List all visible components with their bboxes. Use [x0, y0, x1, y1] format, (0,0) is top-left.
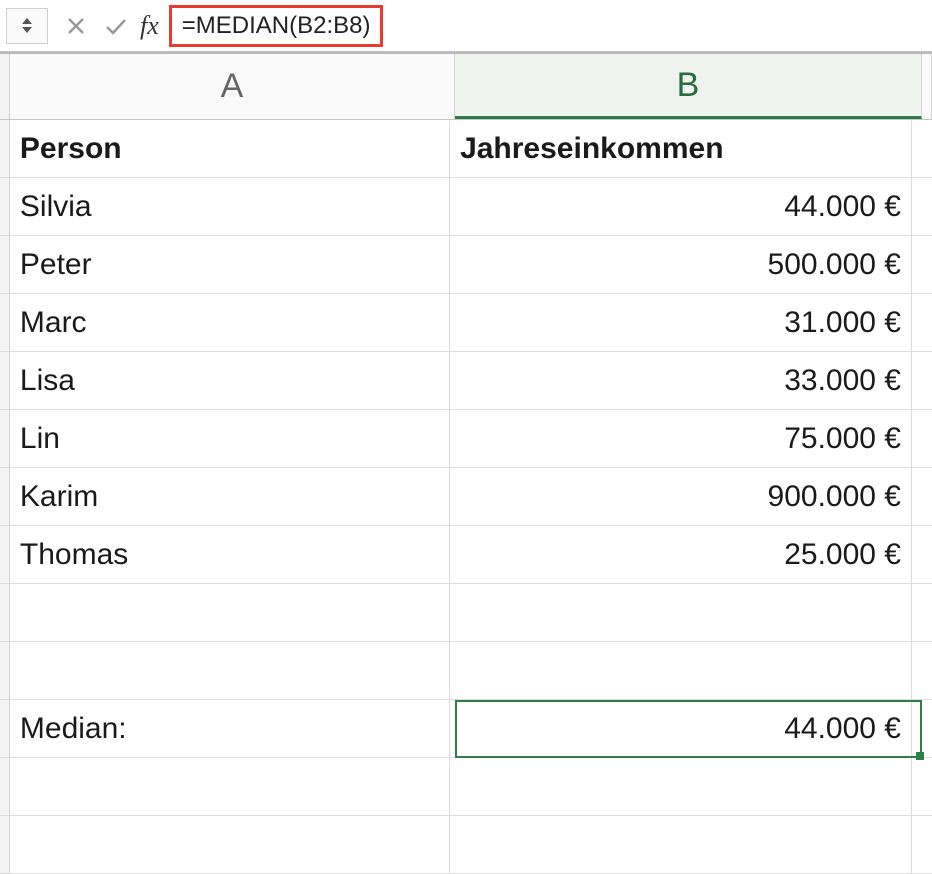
cell-a5[interactable]: Lisa [10, 352, 450, 409]
cell-b6[interactable]: 75.000 € [450, 410, 912, 467]
cell-b3[interactable]: 500.000 € [450, 236, 912, 293]
row-header[interactable] [0, 410, 10, 467]
row-header[interactable] [0, 700, 10, 757]
cell-c1[interactable] [912, 120, 932, 177]
row-header[interactable] [0, 178, 10, 235]
table-row [0, 758, 932, 816]
cell-b11[interactable]: 44.000 € [450, 700, 912, 757]
row-header[interactable] [0, 526, 10, 583]
cell-b7[interactable]: 900.000 € [450, 468, 912, 525]
table-row: Thomas 25.000 € [0, 526, 932, 584]
column-header-b[interactable]: B [455, 54, 922, 119]
close-icon [66, 16, 86, 36]
table-row: Silvia 44.000 € [0, 178, 932, 236]
row-header[interactable] [0, 758, 10, 815]
cell-c10[interactable] [912, 642, 932, 699]
check-icon [104, 16, 128, 36]
accept-button[interactable] [96, 8, 136, 44]
cell-c13[interactable] [912, 816, 932, 873]
cell-a11[interactable]: Median: [10, 700, 450, 757]
formula-input[interactable]: =MEDIAN(B2:B8) [169, 5, 384, 47]
table-row [0, 816, 932, 874]
formula-bar: fx =MEDIAN(B2:B8) [0, 0, 932, 52]
cell-b4[interactable]: 31.000 € [450, 294, 912, 351]
table-row: Peter 500.000 € [0, 236, 932, 294]
cell-a4[interactable]: Marc [10, 294, 450, 351]
cell-b13[interactable] [450, 816, 912, 873]
cell-a1[interactable]: Person [10, 120, 450, 177]
table-row: Marc 31.000 € [0, 294, 932, 352]
cell-c12[interactable] [912, 758, 932, 815]
cell-a7[interactable]: Karim [10, 468, 450, 525]
fill-handle[interactable] [916, 752, 924, 760]
cell-c7[interactable] [912, 468, 932, 525]
cell-a8[interactable]: Thomas [10, 526, 450, 583]
cell-b10[interactable] [450, 642, 912, 699]
fx-label[interactable]: fx [136, 11, 169, 41]
cell-a10[interactable] [10, 642, 450, 699]
column-headers: A B [0, 54, 932, 120]
column-header-c[interactable] [922, 54, 932, 119]
cell-a12[interactable] [10, 758, 450, 815]
cell-c8[interactable] [912, 526, 932, 583]
table-row [0, 642, 932, 700]
row-header[interactable] [0, 468, 10, 525]
cell-c11[interactable] [912, 700, 932, 757]
cell-c2[interactable] [912, 178, 932, 235]
table-row: Lisa 33.000 € [0, 352, 932, 410]
cell-b2[interactable]: 44.000 € [450, 178, 912, 235]
table-row: Lin 75.000 € [0, 410, 932, 468]
cell-a9[interactable] [10, 584, 450, 641]
table-row: Karim 900.000 € [0, 468, 932, 526]
table-row: Person Jahreseinkommen [0, 120, 932, 178]
column-header-a[interactable]: A [10, 54, 455, 119]
row-header[interactable] [0, 816, 10, 873]
cancel-button[interactable] [56, 8, 96, 44]
cell-c3[interactable] [912, 236, 932, 293]
cell-c5[interactable] [912, 352, 932, 409]
row-header[interactable] [0, 236, 10, 293]
select-all-corner[interactable] [0, 54, 10, 119]
cell-a2[interactable]: Silvia [10, 178, 450, 235]
row-header[interactable] [0, 584, 10, 641]
table-row: Median: 44.000 € [0, 700, 932, 758]
cell-b5[interactable]: 33.000 € [450, 352, 912, 409]
chevron-down-icon [22, 27, 32, 33]
row-header[interactable] [0, 352, 10, 409]
chevron-up-icon [22, 18, 32, 24]
cell-b1[interactable]: Jahreseinkommen [450, 120, 912, 177]
name-box-dropdown[interactable] [6, 8, 48, 44]
cell-a13[interactable] [10, 816, 450, 873]
row-header[interactable] [0, 642, 10, 699]
spreadsheet-grid: A B Person Jahreseinkommen Silvia 44.000… [0, 52, 932, 874]
row-header[interactable] [0, 120, 10, 177]
cell-b8[interactable]: 25.000 € [450, 526, 912, 583]
table-row [0, 584, 932, 642]
cell-a6[interactable]: Lin [10, 410, 450, 467]
cell-b12[interactable] [450, 758, 912, 815]
row-header[interactable] [0, 294, 10, 351]
cell-b9[interactable] [450, 584, 912, 641]
cell-c6[interactable] [912, 410, 932, 467]
cell-c4[interactable] [912, 294, 932, 351]
cell-c9[interactable] [912, 584, 932, 641]
cell-a3[interactable]: Peter [10, 236, 450, 293]
